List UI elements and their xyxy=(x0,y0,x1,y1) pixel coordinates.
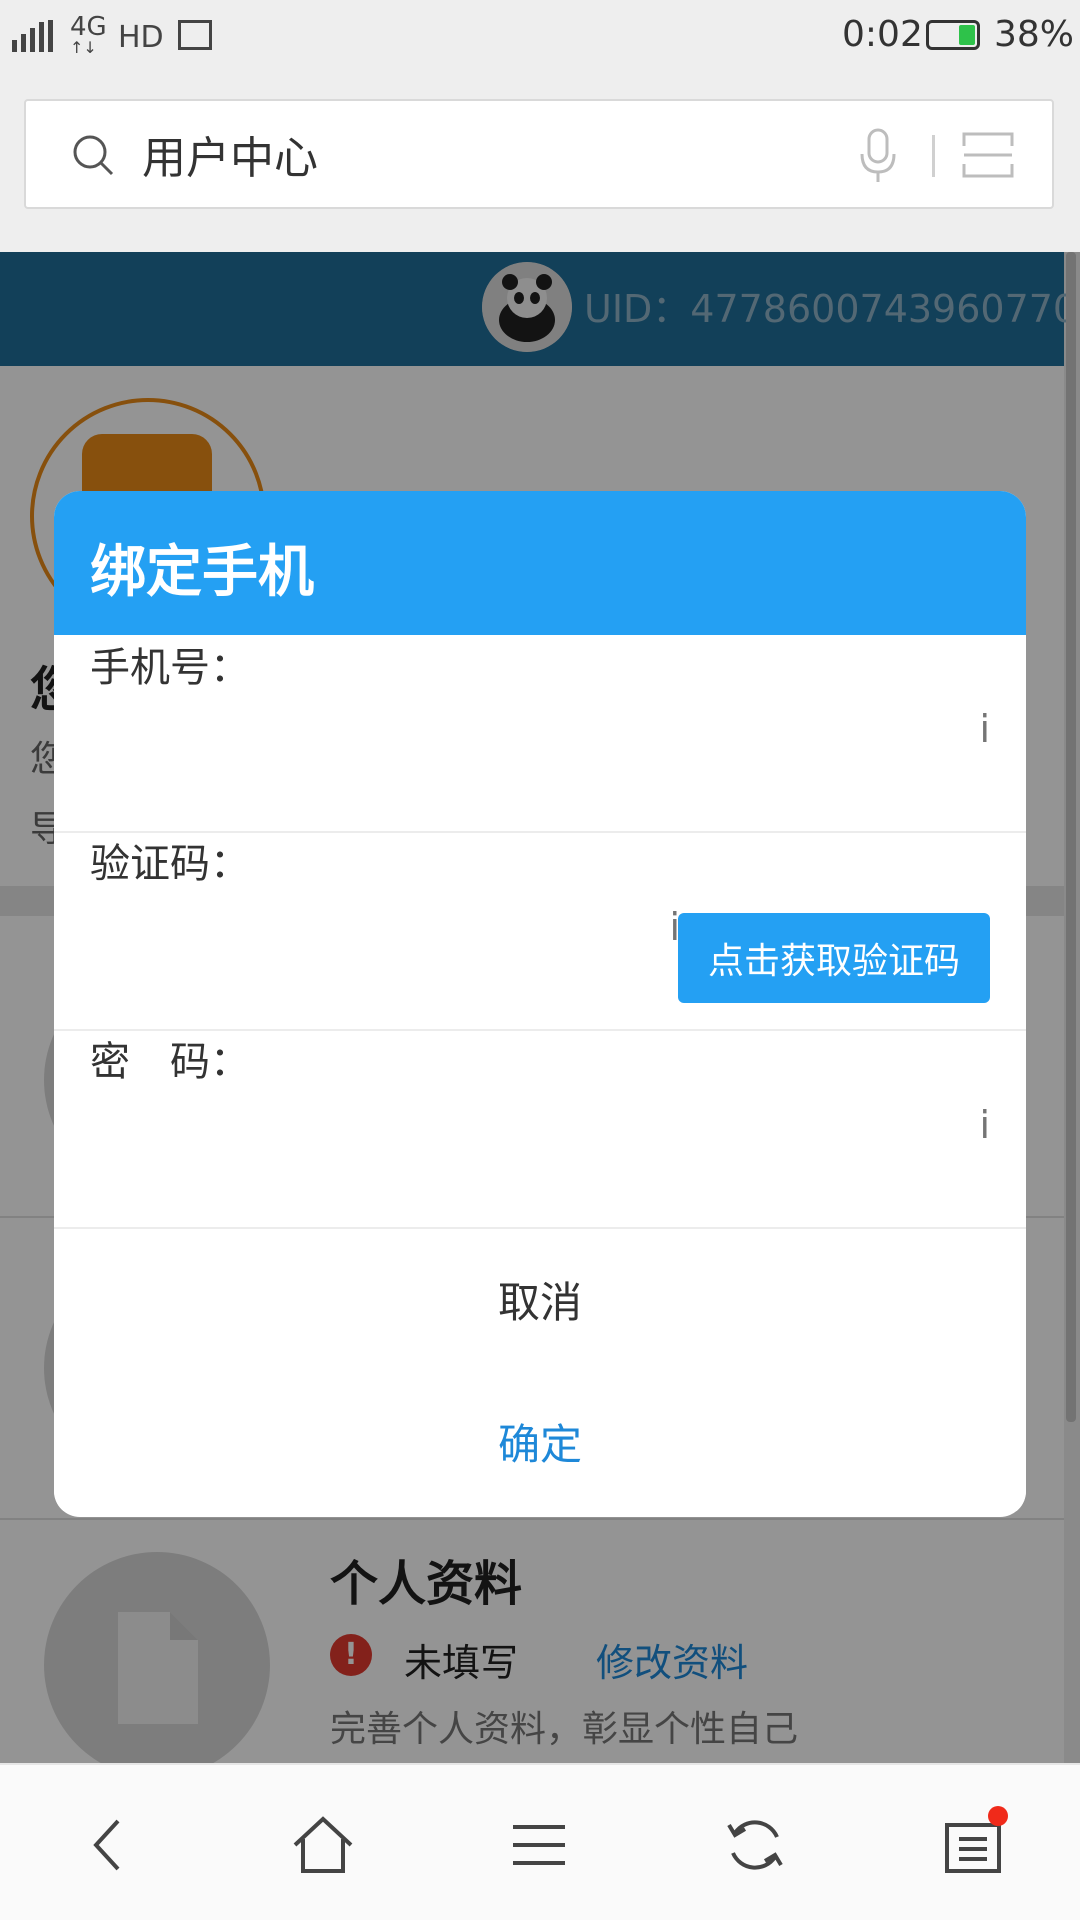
phone-field[interactable] xyxy=(90,699,990,759)
battery-icon xyxy=(926,20,980,50)
clock: 0:02 xyxy=(842,14,923,55)
verification-code-field[interactable] xyxy=(90,897,680,957)
signal-icon xyxy=(12,20,53,52)
back-icon[interactable] xyxy=(63,1800,153,1890)
dialog-header: 绑定手机 xyxy=(54,491,1026,635)
bind-phone-dialog: 绑定手机 手机号： 验证码： 点击获取验证码 密 码： 取消 确定 xyxy=(54,491,1026,1517)
get-code-button[interactable]: 点击获取验证码 xyxy=(678,913,990,1003)
network-type: 4G ↑↓ xyxy=(70,12,107,57)
cancel-button[interactable]: 取消 xyxy=(54,1229,1026,1369)
search-icon[interactable] xyxy=(72,134,114,176)
password-field[interactable] xyxy=(90,1095,990,1155)
search-input[interactable] xyxy=(142,124,742,184)
hd-badge: HD xyxy=(118,20,164,55)
menu-icon[interactable] xyxy=(494,1800,584,1890)
home-icon[interactable] xyxy=(278,1800,368,1890)
confirm-button[interactable]: 确定 xyxy=(54,1371,1026,1511)
dialog-title: 绑定手机 xyxy=(90,540,314,605)
notification-dot xyxy=(988,1806,1008,1826)
scan-icon[interactable] xyxy=(962,130,1014,180)
battery-percent: 38% xyxy=(994,14,1075,55)
refresh-icon[interactable] xyxy=(710,1800,800,1890)
status-bar: 4G ↑↓ HD 0:02 38% xyxy=(0,0,1080,76)
phone-label: 手机号： xyxy=(90,645,250,691)
code-label: 验证码： xyxy=(90,841,250,887)
search-divider xyxy=(932,135,935,177)
mic-icon[interactable] xyxy=(858,128,898,184)
image-icon xyxy=(178,20,212,50)
password-label: 密 码： xyxy=(90,1039,250,1085)
